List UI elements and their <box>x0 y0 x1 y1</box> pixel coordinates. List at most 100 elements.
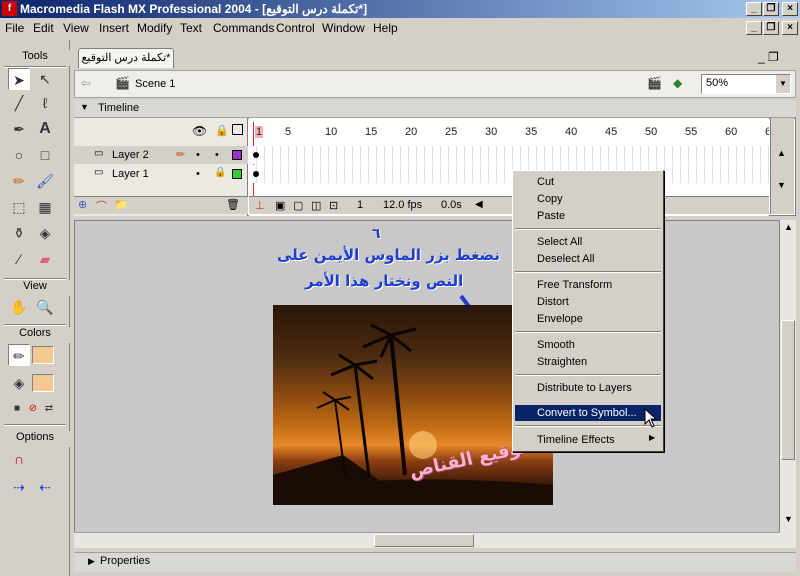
rectangle-tool-icon[interactable]: □ <box>34 144 56 166</box>
menu-text[interactable]: Text <box>180 21 202 35</box>
ink-bottle-tool-icon[interactable]: ⚱ <box>8 222 30 244</box>
expand-arrow-icon[interactable]: ▶ <box>88 556 95 567</box>
snap-magnet-icon[interactable]: ∩ <box>8 448 30 470</box>
menu-edit[interactable]: Edit <box>33 21 54 35</box>
stage-vertical-scrollbar[interactable]: ▲ ▼ <box>780 220 796 548</box>
eye-icon[interactable]: 👁 <box>192 124 207 138</box>
scroll-left-icon[interactable]: ◀ <box>475 199 483 210</box>
scroll-down-icon[interactable]: ▼ <box>777 180 786 190</box>
visibility-dot[interactable]: • <box>196 149 200 161</box>
pencil-tool-icon[interactable]: ✏ <box>8 170 30 192</box>
menu-insert[interactable]: Insert <box>99 21 129 35</box>
brush-tool-icon[interactable]: 🖌 <box>34 170 56 192</box>
stroke-color-icon[interactable]: ✏ <box>8 344 30 366</box>
line-tool-icon[interactable]: ╱ <box>8 92 30 114</box>
menu-control[interactable]: Control <box>276 21 315 35</box>
doc-close-button[interactable]: × <box>782 21 798 35</box>
lock-dot[interactable]: • <box>215 149 219 161</box>
scroll-down-icon[interactable]: ▼ <box>784 514 793 524</box>
add-guide-icon[interactable]: ⌒ <box>96 198 107 214</box>
stage-horizontal-scrollbar[interactable] <box>74 532 780 548</box>
timeline-label[interactable]: Timeline <box>98 102 139 114</box>
doc-window-controls[interactable]: _ ❐ <box>758 50 779 64</box>
paint-bucket-tool-icon[interactable]: ◈ <box>34 222 56 244</box>
layer-row[interactable]: ▭ Layer 2 ✏ • • <box>74 146 248 164</box>
back-arrow-icon[interactable]: ⇦ <box>81 76 91 90</box>
fill-transform-tool-icon[interactable]: ▦ <box>34 196 56 218</box>
zoom-select[interactable]: 50% ▼ <box>701 74 791 94</box>
smooth-icon[interactable]: ⇢ <box>8 476 30 498</box>
properties-label[interactable]: Properties <box>100 555 150 567</box>
center-frame-icon[interactable]: ⊥ <box>255 199 265 212</box>
layer-name[interactable]: Layer 1 <box>112 168 149 180</box>
scene-label[interactable]: Scene 1 <box>135 78 175 90</box>
eyedropper-tool-icon[interactable]: ⁄ <box>8 248 30 270</box>
menu-item-free-transform[interactable]: Free Transform <box>515 277 661 293</box>
keyframe-marker[interactable] <box>253 171 259 177</box>
arrow-tool-icon[interactable]: ➤ <box>8 68 30 90</box>
delete-layer-icon[interactable]: 🗑 <box>226 198 240 211</box>
menu-commands[interactable]: Commands <box>213 21 274 35</box>
onion-outline-icon[interactable]: ▢ <box>293 199 303 212</box>
sunset-photo[interactable]: توقيع القناص MX <box>273 305 553 505</box>
chevron-down-icon[interactable]: ▼ <box>776 75 790 93</box>
straighten-icon[interactable]: ⇠ <box>34 476 56 498</box>
menu-item-deselect-all[interactable]: Deselect All <box>515 251 661 267</box>
visibility-dot[interactable]: • <box>196 168 200 180</box>
scroll-up-icon[interactable]: ▲ <box>784 222 793 232</box>
text-tool-icon[interactable]: A <box>34 118 56 140</box>
menu-file[interactable]: File <box>5 21 24 35</box>
menu-view[interactable]: View <box>63 21 89 35</box>
menu-modify[interactable]: Modify <box>137 21 172 35</box>
timeline-scrollbar[interactable]: ▲ ▼ <box>770 118 794 214</box>
close-button[interactable]: × <box>782 2 798 16</box>
menu-item-timeline-effects[interactable]: Timeline Effects <box>515 432 661 448</box>
scroll-thumb[interactable] <box>374 534 474 547</box>
layer-color-swatch[interactable] <box>232 169 242 179</box>
lasso-tool-icon[interactable]: ℓ <box>34 92 56 114</box>
frames-grid[interactable]: 15101520253035404550556065 ⊥ ▣ ▢ ◫ ⊡ 1 1… <box>249 118 769 216</box>
outline-icon[interactable] <box>232 124 243 135</box>
fill-color-swatch[interactable] <box>32 374 54 392</box>
lock-icon[interactable]: 🔒 <box>215 124 229 137</box>
collapse-arrow-icon[interactable]: ▼ <box>80 102 89 112</box>
menu-item-envelope[interactable]: Envelope <box>515 311 661 327</box>
menu-item-straighten[interactable]: Straighten <box>515 354 661 370</box>
menu-item-distribute-to-layers[interactable]: Distribute to Layers <box>515 380 661 396</box>
edit-multiple-icon[interactable]: ◫ <box>311 199 321 212</box>
scroll-thumb[interactable] <box>781 320 795 460</box>
swap-colors-icon[interactable]: ⇄ <box>38 398 60 420</box>
menu-item-cut[interactable]: Cut <box>515 174 661 190</box>
restore-button[interactable]: ❐ <box>763 2 779 16</box>
menu-item-paste[interactable]: Paste <box>515 208 661 224</box>
menu-help[interactable]: Help <box>373 21 398 35</box>
free-transform-tool-icon[interactable]: ⬚ <box>8 196 30 218</box>
menu-item-copy[interactable]: Copy <box>515 191 661 207</box>
edit-symbol-icon[interactable]: ◆ <box>673 76 682 90</box>
subselect-tool-icon[interactable]: ↖ <box>34 68 56 90</box>
scroll-up-icon[interactable]: ▲ <box>777 148 786 158</box>
layer2-frames[interactable] <box>249 146 769 164</box>
add-folder-icon[interactable]: 📁 <box>114 198 128 211</box>
lock-icon[interactable]: 🔒 <box>214 167 226 178</box>
modify-markers-icon[interactable]: ⊡ <box>329 199 338 212</box>
layer1-frames[interactable] <box>249 165 769 183</box>
layer-name[interactable]: Layer 2 <box>112 149 149 161</box>
document-tab[interactable]: تكملة درس التوقيع* <box>78 48 174 68</box>
eraser-tool-icon[interactable]: ▰ <box>34 248 56 270</box>
keyframe-marker[interactable] <box>253 152 259 158</box>
onion-skin-icon[interactable]: ▣ <box>275 199 285 212</box>
menu-window[interactable]: Window <box>322 21 365 35</box>
menu-item-select-all[interactable]: Select All <box>515 234 661 250</box>
layer-color-swatch[interactable] <box>232 150 242 160</box>
doc-minimize-button[interactable]: _ <box>746 21 762 35</box>
hand-tool-icon[interactable]: ✋ <box>8 296 30 318</box>
edit-scene-icon[interactable]: 🎬 <box>647 76 662 90</box>
add-layer-icon[interactable]: ⊕ <box>78 198 87 211</box>
fill-color-icon[interactable]: ◈ <box>8 372 30 394</box>
menu-item-smooth[interactable]: Smooth <box>515 337 661 353</box>
doc-restore-button[interactable]: ❐ <box>763 21 779 35</box>
minimize-button[interactable]: _ <box>746 2 762 16</box>
properties-bar[interactable]: ▶ Properties <box>74 552 796 572</box>
menu-item-convert-to-symbol[interactable]: Convert to Symbol... <box>515 405 661 421</box>
